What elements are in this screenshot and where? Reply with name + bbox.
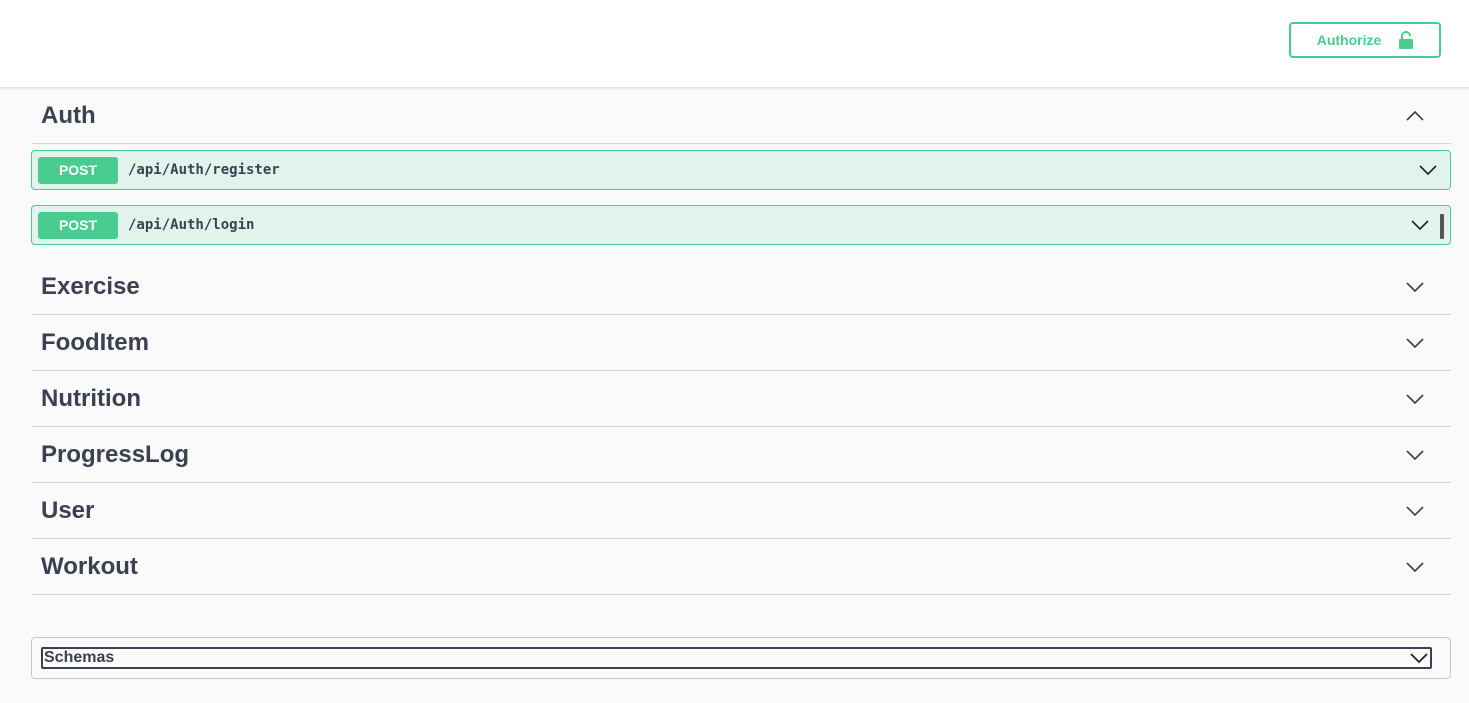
schemas-section: Schemas bbox=[31, 637, 1451, 679]
chevron-down-icon[interactable] bbox=[1410, 215, 1430, 235]
chevron-down-icon[interactable] bbox=[1405, 389, 1425, 409]
operations-list: Auth POST /api/Auth/register POST /api/A… bbox=[31, 88, 1451, 595]
operation-post-register[interactable]: POST /api/Auth/register bbox=[31, 150, 1451, 190]
tag-title: Nutrition bbox=[41, 384, 141, 412]
chevron-down-icon bbox=[1410, 653, 1428, 664]
authorize-button[interactable]: Authorize bbox=[1289, 22, 1441, 58]
tag-section-auth: Auth POST /api/Auth/register POST /api/A… bbox=[31, 88, 1451, 259]
schemas-label: Schemas bbox=[44, 649, 115, 666]
tag-header-progresslog[interactable]: ProgressLog bbox=[31, 427, 1451, 483]
schemas-toggle-button[interactable]: Schemas bbox=[41, 647, 1432, 669]
auth-operations: POST /api/Auth/register POST /api/Auth/l… bbox=[31, 150, 1451, 259]
tag-title: ProgressLog bbox=[41, 440, 190, 468]
chevron-down-icon[interactable] bbox=[1405, 501, 1425, 521]
tag-header-fooditem[interactable]: FoodItem bbox=[31, 315, 1451, 371]
chevron-down-icon[interactable] bbox=[1405, 557, 1425, 577]
unlocked-lock-icon bbox=[1399, 31, 1414, 49]
tag-title: Workout bbox=[41, 552, 138, 580]
tag-title: Auth bbox=[41, 101, 96, 129]
chevron-down-icon[interactable] bbox=[1405, 333, 1425, 353]
tag-header-workout[interactable]: Workout bbox=[31, 539, 1451, 595]
tag-header-nutrition[interactable]: Nutrition bbox=[31, 371, 1451, 427]
operation-path: /api/Auth/login bbox=[128, 217, 255, 233]
chevron-up-icon[interactable] bbox=[1405, 106, 1425, 126]
method-badge: POST bbox=[38, 156, 118, 184]
method-badge: POST bbox=[38, 211, 118, 239]
tag-title: User bbox=[41, 496, 95, 524]
focus-caret bbox=[1440, 214, 1444, 239]
operation-path: /api/Auth/register bbox=[128, 162, 280, 178]
tag-header-user[interactable]: User bbox=[31, 483, 1451, 539]
tag-header-auth[interactable]: Auth bbox=[31, 88, 1451, 144]
chevron-down-icon[interactable] bbox=[1405, 445, 1425, 465]
chevron-down-icon[interactable] bbox=[1418, 160, 1438, 180]
operation-post-login[interactable]: POST /api/Auth/login bbox=[31, 205, 1451, 245]
authorize-label: Authorize bbox=[1316, 32, 1382, 48]
tag-title: FoodItem bbox=[41, 328, 149, 356]
chevron-down-icon[interactable] bbox=[1405, 277, 1425, 297]
tag-header-exercise[interactable]: Exercise bbox=[31, 259, 1451, 315]
tag-title: Exercise bbox=[41, 272, 140, 300]
top-bar: Authorize bbox=[0, 0, 1469, 88]
